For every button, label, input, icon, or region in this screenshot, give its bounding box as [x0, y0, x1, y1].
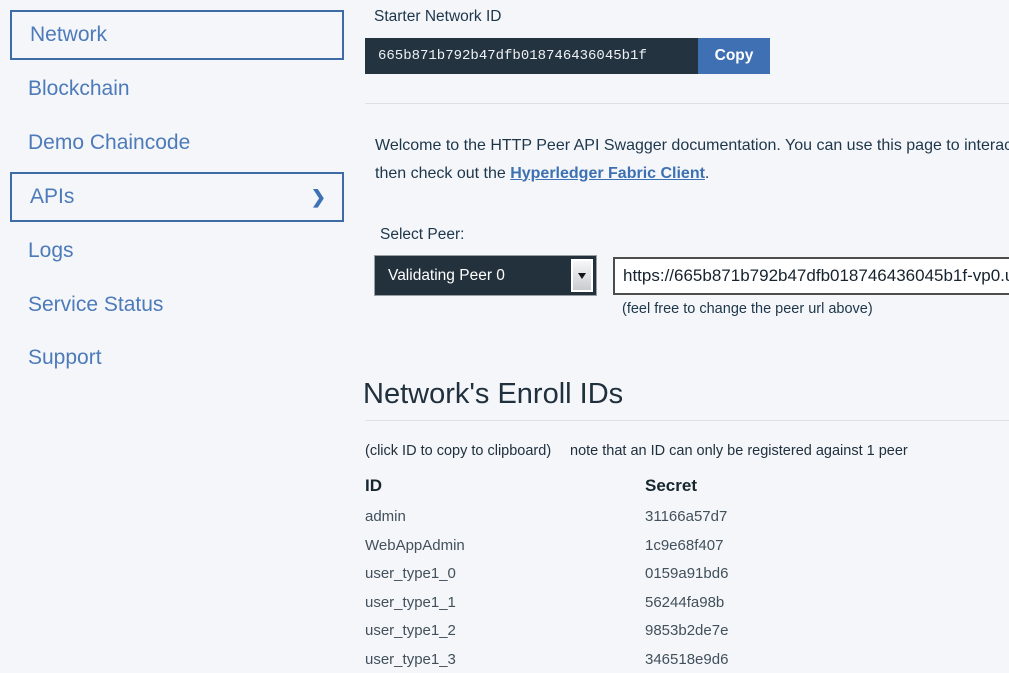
hyperledger-fabric-client-link[interactable]: Hyperledger Fabric Client [510, 165, 705, 182]
network-id-value[interactable]: 665b871b792b47dfb018746436045b1f [365, 38, 698, 74]
enroll-id[interactable]: WebAppAdmin [365, 532, 645, 561]
sidebar-item-support[interactable]: Support [10, 333, 344, 383]
enroll-secret: 56244fa98b [645, 594, 724, 611]
enroll-secret: 9853b2de7e [645, 622, 728, 639]
table-row: admin31166a57d7 [365, 503, 925, 532]
sidebar-item-service-status[interactable]: Service Status [10, 280, 344, 330]
peer-select-value: Validating Peer 0 [375, 256, 596, 295]
enroll-ids-table: admin31166a57d7 WebAppAdmin1c9e68f407 us… [365, 503, 925, 673]
sidebar-item-logs[interactable]: Logs [10, 226, 344, 276]
enroll-ids-title: Network's Enroll IDs [363, 378, 623, 411]
column-header-id: ID [365, 476, 382, 496]
sidebar-item-blockchain[interactable]: Blockchain [10, 64, 344, 114]
table-row: user_type1_29853b2de7e [365, 617, 925, 646]
sidebar-item-network[interactable]: Network [10, 10, 344, 60]
welcome-line-2: then check out the Hyperledger Fabric Cl… [375, 160, 1009, 188]
peer-url-hint: (feel free to change the peer url above) [622, 301, 873, 317]
table-row: user_type1_00159a91bd6 [365, 560, 925, 589]
peer-select-dropdown[interactable]: Validating Peer 0 [374, 255, 597, 296]
enroll-note-clipboard: (click ID to copy to clipboard) [365, 443, 551, 459]
copy-button[interactable]: Copy [698, 38, 770, 74]
divider [365, 103, 1009, 104]
page: Network Blockchain Demo Chaincode APIs ❯… [0, 0, 1009, 673]
enroll-id[interactable]: user_type1_3 [365, 646, 645, 673]
table-row: user_type1_3346518e9d6 [365, 646, 925, 673]
enroll-secret: 0159a91bd6 [645, 565, 728, 582]
sidebar-item-demo-chaincode[interactable]: Demo Chaincode [10, 118, 344, 168]
sidebar-item-label: APIs [30, 185, 74, 208]
table-row: user_type1_156244fa98b [365, 589, 925, 618]
select-peer-label: Select Peer: [380, 226, 464, 244]
welcome-line2-suffix: . [705, 165, 709, 182]
enroll-id[interactable]: user_type1_2 [365, 617, 645, 646]
enroll-id[interactable]: user_type1_1 [365, 589, 645, 618]
chevron-right-icon: ❯ [311, 174, 326, 220]
welcome-line2-prefix: then check out the [375, 165, 510, 182]
enroll-id[interactable]: user_type1_0 [365, 560, 645, 589]
welcome-paragraph: Welcome to the HTTP Peer API Swagger doc… [375, 132, 1009, 187]
divider [365, 420, 1009, 421]
enroll-id[interactable]: admin [365, 503, 645, 532]
enroll-secret: 1c9e68f407 [645, 537, 723, 554]
table-row: WebAppAdmin1c9e68f407 [365, 532, 925, 561]
enroll-secret: 31166a57d7 [645, 508, 727, 525]
starter-network-id-label: Starter Network ID [374, 8, 501, 26]
dropdown-arrow-icon[interactable] [571, 259, 593, 292]
column-header-secret: Secret [645, 476, 697, 496]
sidebar-item-apis[interactable]: APIs ❯ [10, 172, 344, 222]
enroll-note-registration: note that an ID can only be registered a… [570, 443, 908, 459]
peer-url-input[interactable] [613, 257, 1009, 295]
enroll-secret: 346518e9d6 [645, 651, 728, 668]
welcome-line-1: Welcome to the HTTP Peer API Swagger doc… [375, 132, 1009, 160]
